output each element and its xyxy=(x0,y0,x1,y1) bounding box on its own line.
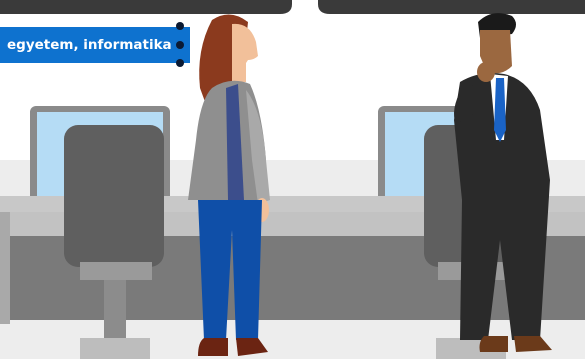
header-panel-left xyxy=(0,0,292,14)
header-panel-right xyxy=(318,0,585,14)
illustration-scene: egyetem, informatika xyxy=(0,0,585,359)
resize-handle-bottom[interactable] xyxy=(176,59,184,67)
caption-chip[interactable]: egyetem, informatika xyxy=(0,27,190,63)
resize-handle-middle[interactable] xyxy=(176,41,184,49)
caption-text: egyetem, informatika xyxy=(7,37,172,53)
resize-handle-top[interactable] xyxy=(176,22,184,30)
